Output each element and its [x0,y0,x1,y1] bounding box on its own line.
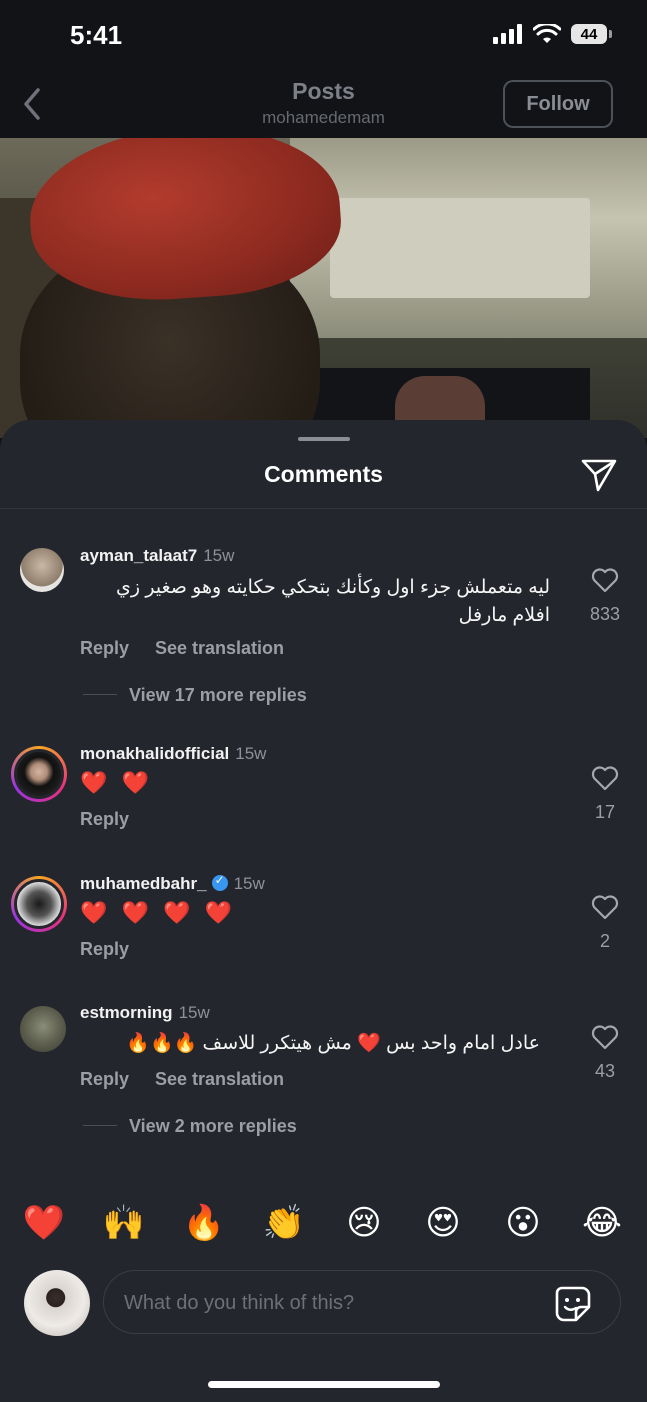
like-count: 833 [589,604,621,624]
post-image [0,138,647,438]
see-translation-button[interactable]: See translation [155,638,284,659]
like-count: 17 [594,802,616,822]
reply-button[interactable]: Reply [80,939,129,960]
comment-time: 15w [233,874,265,893]
battery-icon: 44 [571,24,612,44]
avatar[interactable] [20,548,64,592]
heart-outline-icon[interactable] [591,1024,619,1050]
current-user-avatar [24,1270,90,1336]
view-more-replies[interactable]: View 2 more replies [129,1116,297,1137]
see-translation-button[interactable]: See translation [155,1069,284,1090]
comment-input[interactable] [122,1287,536,1319]
avatar-story-ring[interactable] [11,876,67,932]
emoji-surprised[interactable]: 😮 [501,1203,545,1243]
comment-text: ليه متعملش جزء اول وكأنك بتحكي حكايته وه… [116,577,550,626]
comment-username[interactable]: ayman_talaat7 [80,546,197,565]
comment-time: 15w [235,744,267,763]
comment-header: ayman_talaat7 15w [80,546,234,566]
view-more-replies[interactable]: View 17 more replies [129,685,307,706]
emoji-heart-eyes[interactable]: 😍 [421,1203,465,1243]
emoji-crying[interactable]: 😢 [342,1203,386,1243]
comment-text: ❤️ ❤️ ❤️ ❤️ [80,900,236,925]
reply-button[interactable]: Reply [80,1069,129,1090]
emoji-heart[interactable]: ❤️ [22,1203,66,1243]
comment-time: 15w [203,546,235,565]
avatar[interactable] [20,1006,66,1052]
emoji-raised-hands[interactable]: 🙌 [102,1203,146,1243]
battery-level: 44 [580,25,598,43]
like-count: 43 [594,1061,616,1081]
home-indicator[interactable] [208,1381,440,1388]
sticker-icon[interactable] [554,1285,592,1323]
comment-username[interactable]: muhamedbahr_ [80,874,207,893]
comment-time: 15w [178,1003,210,1022]
verified-badge-icon [211,873,228,891]
signal-icon [493,24,522,44]
heart-outline-icon[interactable] [591,567,619,593]
emoji-clap[interactable]: 👏 [262,1203,306,1243]
comment-header: estmorning 15w [80,1003,210,1023]
follow-button[interactable]: Follow [503,80,613,128]
emoji-fire[interactable]: 🔥 [182,1203,226,1243]
emoji-laughing[interactable]: 😂 [580,1203,624,1243]
avatar-story-ring[interactable] [11,746,67,802]
comment-username[interactable]: monakhalidofficial [80,744,229,763]
view-replies-line [83,694,117,695]
wifi-icon [533,24,561,43]
comment-composer [103,1270,621,1334]
comment-header: muhamedbahr_ 15w [80,873,265,894]
comment-username[interactable]: estmorning [80,1003,173,1022]
sheet-title: Comments [264,461,383,487]
comment-header: monakhalidofficial 15w [80,744,266,764]
status-icons: 44 [493,24,612,44]
reply-button[interactable]: Reply [80,638,129,659]
view-replies-line [83,1125,117,1126]
heart-outline-icon[interactable] [591,765,619,791]
comment-text: عادل امام واحد بس ❤️ مش هيتكرر للاسف 🔥🔥🔥 [126,1033,540,1054]
comment-text: ❤️ ❤️ [80,770,153,795]
send-icon[interactable] [580,457,618,493]
sheet-grabber[interactable] [298,437,350,441]
status-time: 5:41 [70,20,123,50]
like-count: 2 [599,931,610,951]
reply-button[interactable]: Reply [80,809,129,830]
heart-outline-icon[interactable] [591,894,619,920]
divider [0,508,647,509]
